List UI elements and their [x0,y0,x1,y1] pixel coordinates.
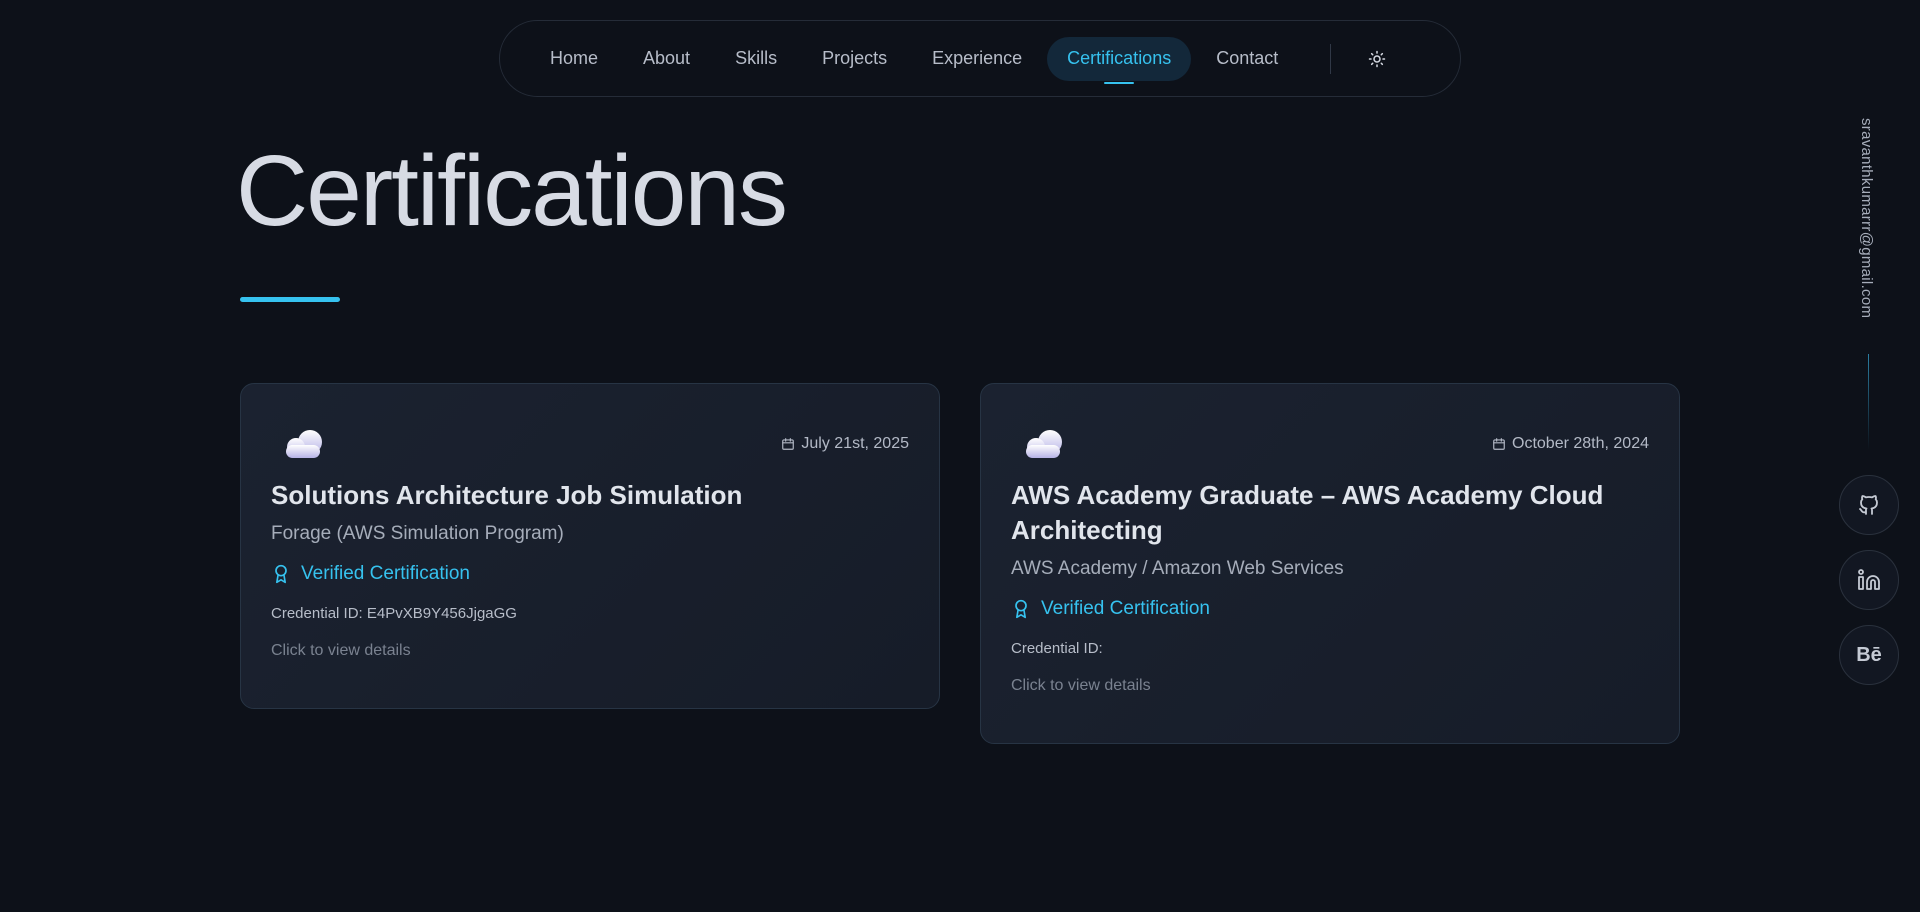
github-button[interactable] [1839,475,1899,535]
email-link[interactable]: sravanthkumarrr@gmail.com [1858,118,1875,318]
card-issuer: AWS Academy / Amazon Web Services [1011,558,1344,579]
nav-about[interactable]: About [623,37,710,81]
certification-card[interactable]: October 28th, 2024 AWS Academy Graduate … [980,383,1680,744]
behance-icon: Bē [1856,643,1882,666]
calendar-icon [782,438,795,450]
card-date-text: July 21st, 2025 [801,435,909,452]
behance-button[interactable]: Bē [1839,625,1899,685]
nav-contact[interactable]: Contact [1196,37,1298,81]
card-date-text: October 28th, 2024 [1512,435,1649,452]
nav-divider [1330,43,1332,74]
view-details-link[interactable]: Click to view details [271,642,909,660]
nav-projects[interactable]: Projects [802,37,907,81]
credential-id: Credential ID: [1011,640,1103,657]
calendar-icon [1493,438,1505,450]
verified-label: Verified Certification [301,563,470,584]
nav-skills[interactable]: Skills [715,37,797,81]
nav-certifications[interactable]: Certifications [1047,36,1192,81]
title-underline [240,297,340,302]
linkedin-icon [1858,569,1880,590]
certification-card[interactable]: July 21st, 2025 Solutions Architecture J… [240,383,940,709]
page-title: Certifications [236,135,788,247]
nav-experience[interactable]: Experience [912,37,1042,81]
card-header: July 21st, 2025 [271,424,909,464]
card-title: Solutions Architecture Job Simulation [271,480,743,510]
theme-toggle-button[interactable] [1357,39,1397,79]
award-icon [1015,599,1027,619]
rail-divider [1868,354,1869,450]
card-issuer: Forage (AWS Simulation Program) [271,523,564,544]
card-date: October 28th, 2024 [1492,435,1649,453]
verified-badge: Verified Certification [271,563,909,585]
cloud-icon [286,430,322,458]
credential-id: Credential ID: E4PvXB9Y456JjgaGG [271,605,517,622]
card-date: July 21st, 2025 [781,435,909,453]
card-header: October 28th, 2024 [1011,424,1649,464]
linkedin-button[interactable] [1839,550,1899,610]
github-icon [1859,495,1878,515]
award-icon [275,564,287,584]
verified-label: Verified Certification [1041,598,1210,619]
cloud-icon [1026,430,1062,458]
verified-badge: Verified Certification [1011,598,1649,620]
view-details-link[interactable]: Click to view details [1011,677,1649,695]
card-title: AWS Academy Graduate – AWS Academy Cloud… [1011,480,1604,545]
top-nav: Home About Skills Projects Experience Ce… [499,20,1461,97]
nav-home[interactable]: Home [530,37,618,81]
sun-icon [1369,50,1386,67]
